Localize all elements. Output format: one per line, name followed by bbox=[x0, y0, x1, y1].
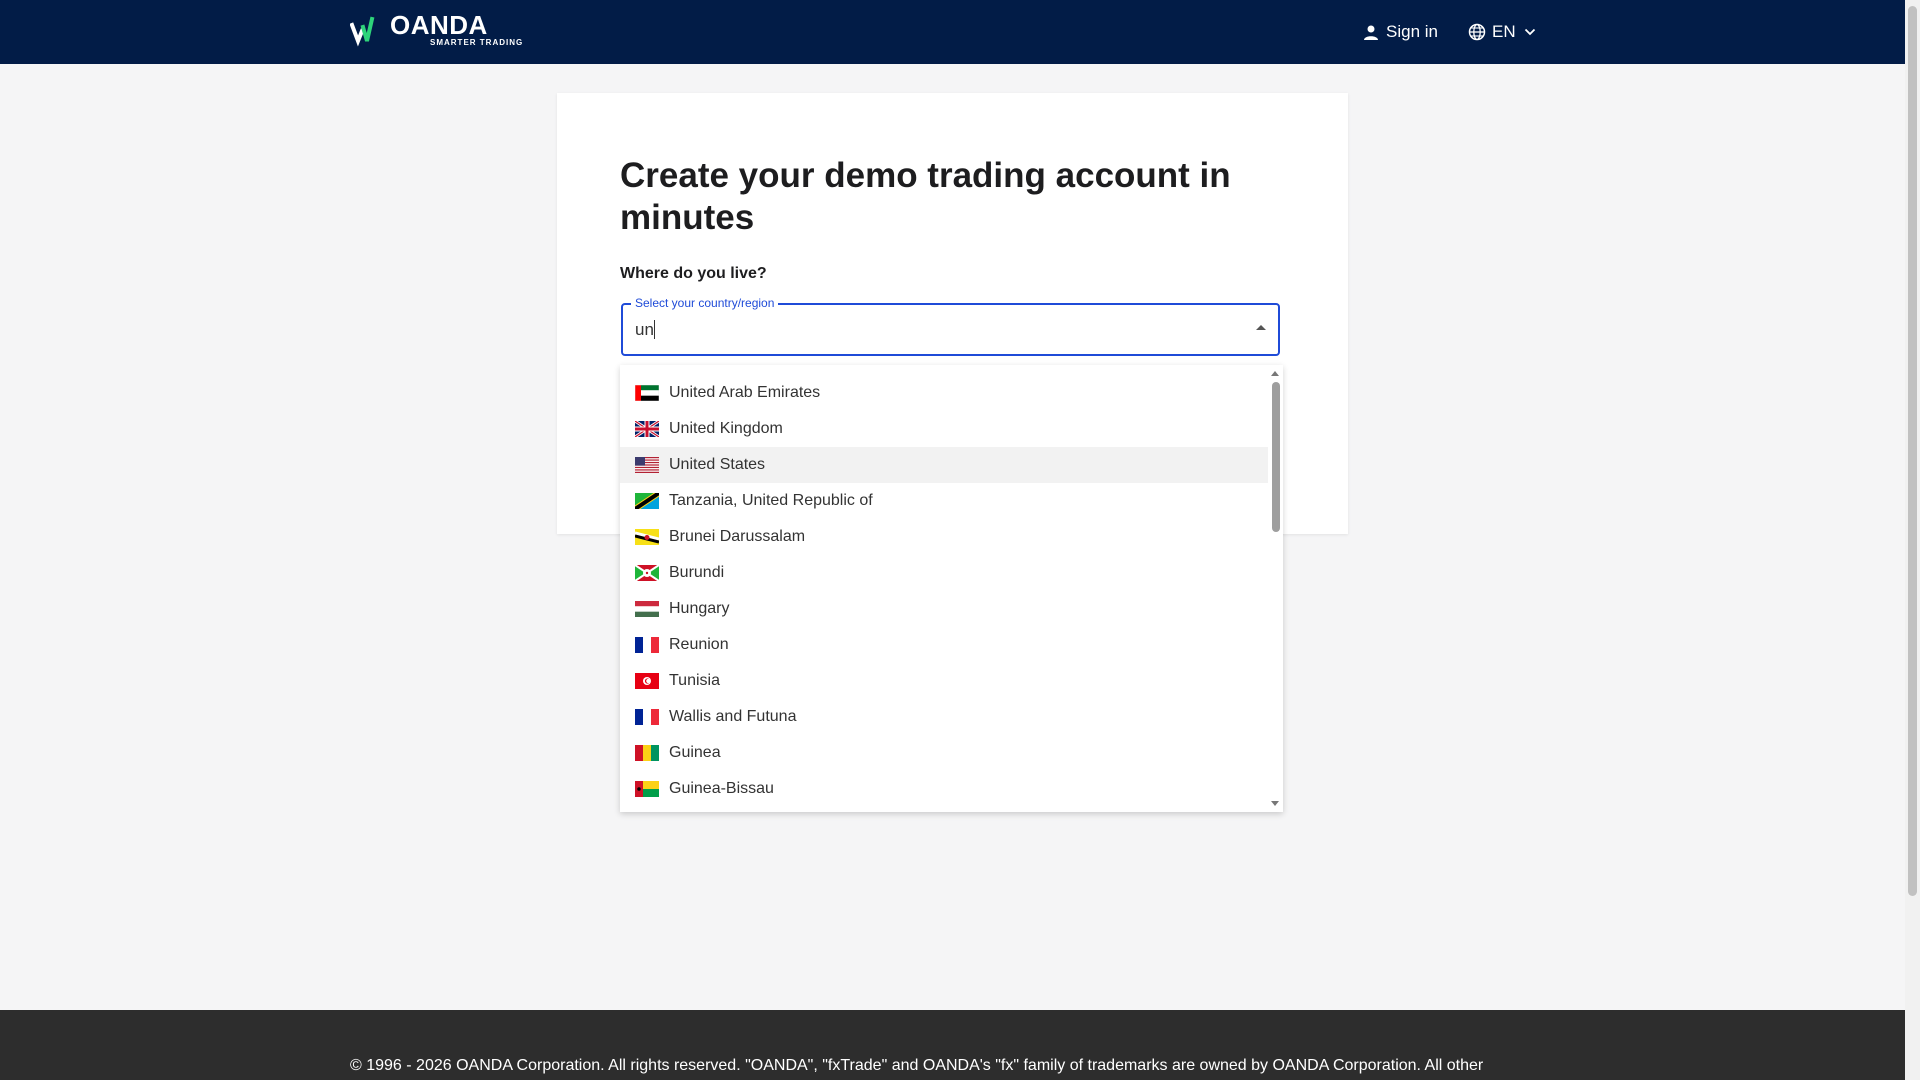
page-footer: © 1996 - 2026 OANDA Corporation. All rig… bbox=[0, 1010, 1905, 1080]
country-option-label: Brunei Darussalam bbox=[669, 528, 806, 545]
country-option-label: United Arab Emirates bbox=[669, 384, 821, 401]
chevron-up-icon[interactable] bbox=[1256, 325, 1266, 330]
sign-in-link[interactable]: Sign in bbox=[1364, 20, 1438, 44]
country-option[interactable]: Hungary bbox=[620, 591, 1268, 627]
tz-flag-icon bbox=[635, 493, 659, 509]
wf-flag-icon bbox=[635, 709, 659, 725]
country-select[interactable]: Select your country/region bbox=[621, 296, 1280, 356]
user-icon bbox=[1364, 25, 1378, 40]
country-option[interactable]: Guinea bbox=[620, 735, 1268, 771]
country-option-label: Burundi bbox=[669, 564, 725, 581]
country-option[interactable]: Tunisia bbox=[620, 663, 1268, 699]
sign-in-label: Sign in bbox=[1386, 22, 1438, 41]
country-option-label: Tunisia bbox=[669, 672, 720, 689]
scroll-up-arrow-icon[interactable] bbox=[1271, 371, 1279, 376]
gb-flag-icon bbox=[635, 421, 659, 437]
tn-flag-icon bbox=[635, 673, 659, 689]
bn-flag-icon bbox=[635, 529, 659, 545]
page-scrollbar[interactable] bbox=[1905, 0, 1920, 1080]
country-option[interactable]: Reunion bbox=[620, 627, 1268, 663]
country-option[interactable]: Brunei Darussalam bbox=[620, 519, 1268, 555]
country-option[interactable]: Guinea-Bissau bbox=[620, 771, 1268, 807]
country-option[interactable]: United Arab Emirates bbox=[620, 375, 1268, 411]
page-title: Create your demo trading account in minu… bbox=[620, 156, 1231, 237]
country-dropdown: United Arab Emirates United Kingdom Unit… bbox=[620, 365, 1283, 812]
country-option[interactable]: Burundi bbox=[620, 555, 1268, 591]
country-option-label: Tanzania, United Republic of bbox=[669, 492, 873, 509]
gn-flag-icon bbox=[635, 745, 659, 761]
country-option-label: United States bbox=[669, 456, 766, 473]
page-scrollbar-thumb[interactable] bbox=[1908, 6, 1917, 896]
country-option[interactable]: Wallis and Futuna bbox=[620, 699, 1268, 735]
bi-flag-icon bbox=[635, 565, 659, 581]
country-options: United Arab Emirates United Kingdom Unit… bbox=[620, 375, 1268, 807]
copyright-text: © 1996 - 2026 OANDA Corporation. All rig… bbox=[350, 1057, 1484, 1074]
language-selector[interactable]: EN bbox=[1468, 20, 1536, 44]
country-option-label: United Kingdom bbox=[669, 420, 783, 437]
residence-question: Where do you live? bbox=[620, 265, 767, 282]
brand-name: OANDA bbox=[390, 10, 488, 40]
text-cursor bbox=[654, 320, 655, 339]
chevron-down-icon bbox=[1524, 28, 1535, 36]
country-search-input[interactable] bbox=[635, 320, 1235, 340]
top-header: OANDA SMARTER TRADING Sign in EN bbox=[0, 0, 1905, 64]
hu-flag-icon bbox=[635, 601, 659, 617]
country-option-label: Hungary bbox=[669, 600, 730, 617]
language-label: EN bbox=[1492, 22, 1516, 41]
country-option[interactable]: United Kingdom bbox=[620, 411, 1268, 447]
gw-flag-icon bbox=[635, 781, 659, 797]
ae-flag-icon bbox=[635, 385, 659, 401]
oanda-logo[interactable]: OANDA SMARTER TRADING bbox=[350, 10, 523, 50]
brand-tagline: SMARTER TRADING bbox=[430, 38, 524, 47]
dropdown-scrollbar-thumb[interactable] bbox=[1272, 382, 1280, 532]
country-option-label: Guinea bbox=[669, 744, 721, 761]
re-flag-icon bbox=[635, 637, 659, 653]
country-option-highlighted[interactable]: United States bbox=[620, 447, 1268, 483]
us-flag-icon bbox=[635, 457, 659, 473]
oanda-logo-icon bbox=[350, 16, 375, 47]
globe-icon bbox=[1468, 23, 1486, 41]
dropdown-scrollbar[interactable] bbox=[1268, 365, 1283, 812]
country-option-label: Wallis and Futuna bbox=[669, 708, 797, 725]
country-option[interactable]: Tanzania, United Republic of bbox=[620, 483, 1268, 519]
country-option-label: Reunion bbox=[669, 636, 729, 653]
country-select-label: Select your country/region bbox=[631, 296, 779, 310]
country-option-label: Guinea-Bissau bbox=[669, 780, 774, 797]
scroll-down-arrow-icon[interactable] bbox=[1271, 801, 1279, 806]
